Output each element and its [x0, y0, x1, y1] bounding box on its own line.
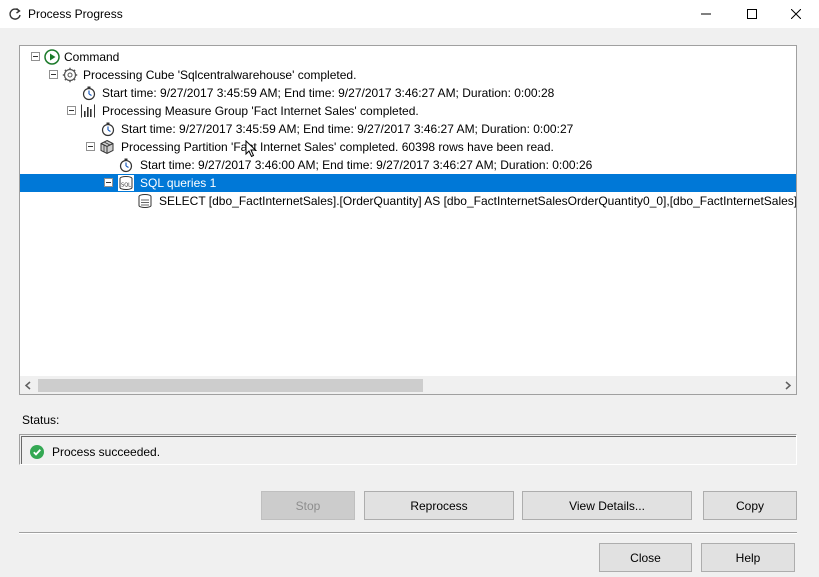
- separator: [19, 532, 797, 534]
- scroll-right-icon[interactable]: [782, 380, 793, 391]
- refresh-icon: [9, 7, 21, 20]
- stopwatch-icon: [119, 158, 133, 173]
- tree-row-label: SQL queries 1: [140, 176, 217, 190]
- maximize-icon: [747, 9, 757, 19]
- tree-row-partition[interactable]: Processing Partition 'Fact Internet Sale…: [20, 138, 796, 156]
- tree-row-command[interactable]: Command: [20, 48, 796, 66]
- tree-row-measure-group-timing[interactable]: Start time: 9/27/2017 3:45:59 AM; End ti…: [20, 120, 796, 138]
- reprocess-button[interactable]: Reprocess: [364, 491, 514, 520]
- close-window-button[interactable]: [773, 0, 819, 28]
- title-bar: Process Progress: [0, 0, 819, 28]
- tree-row-label: Processing Measure Group 'Fact Internet …: [102, 104, 419, 118]
- tree-row-cube-timing[interactable]: Start time: 9/27/2017 3:45:59 AM; End ti…: [20, 84, 796, 102]
- collapse-icon[interactable]: [31, 52, 40, 61]
- play-icon: [44, 49, 60, 65]
- tree-row-label: Start time: 9/27/2017 3:45:59 AM; End ti…: [102, 86, 555, 100]
- collapse-icon[interactable]: [104, 178, 113, 187]
- help-button[interactable]: Help: [701, 543, 795, 572]
- maximize-button[interactable]: [729, 0, 775, 28]
- progress-tree[interactable]: Command Processing Cube 'Sqlcentralwareh…: [19, 45, 797, 395]
- svg-text:SQL: SQL: [121, 183, 131, 189]
- collapse-icon[interactable]: [86, 142, 95, 151]
- stopwatch-icon: [82, 86, 96, 101]
- collapse-icon[interactable]: [49, 70, 58, 79]
- close-button[interactable]: Close: [599, 543, 692, 572]
- status-message: Process succeeded.: [52, 445, 161, 459]
- tree-row-label: Processing Partition 'Fact Internet Sale…: [121, 140, 554, 154]
- status-box-inner: Process succeeded.: [21, 436, 796, 464]
- collapse-icon[interactable]: [67, 106, 76, 115]
- status-label: Status:: [22, 413, 60, 427]
- tree-row-label: Start time: 9/27/2017 3:45:59 AM; End ti…: [121, 122, 574, 136]
- status-box: Process succeeded.: [19, 434, 797, 465]
- scroll-left-icon[interactable]: [23, 380, 34, 391]
- window-title: Process Progress: [28, 7, 123, 21]
- view-details-button[interactable]: View Details...: [522, 491, 692, 520]
- tree-row-cube[interactable]: Processing Cube 'Sqlcentralwarehouse' co…: [20, 66, 796, 84]
- tree-row-label: SELECT [dbo_FactInternetSales].[OrderQua…: [159, 194, 797, 208]
- tree-row-label: Processing Cube 'Sqlcentralwarehouse' co…: [83, 68, 357, 82]
- partition-cube-icon: [100, 139, 114, 155]
- scroll-thumb[interactable]: [38, 379, 423, 392]
- bar-chart-icon: [81, 104, 95, 118]
- tree-row-measure-group[interactable]: Processing Measure Group 'Fact Internet …: [20, 102, 796, 120]
- copy-button[interactable]: Copy: [703, 491, 797, 520]
- stop-button[interactable]: Stop: [261, 491, 355, 520]
- tree-row-label: Command: [64, 50, 120, 64]
- mouse-cursor-icon: [245, 140, 257, 158]
- stopwatch-icon: [101, 122, 115, 137]
- sql-query-icon: [138, 194, 152, 208]
- sql-database-icon: SQL: [118, 175, 134, 191]
- tree-row-label: Start time: 9/27/2017 3:46:00 AM; End ti…: [140, 158, 593, 172]
- cube-gear-icon: [62, 67, 78, 83]
- tree-row-sql-queries[interactable]: SQL SQL queries 1: [20, 174, 796, 192]
- tree-row-partition-timing[interactable]: Start time: 9/27/2017 3:46:00 AM; End ti…: [20, 156, 796, 174]
- minimize-icon: [701, 13, 711, 15]
- close-icon: [791, 9, 801, 19]
- tree-row-sql-select[interactable]: SELECT [dbo_FactInternetSales].[OrderQua…: [20, 192, 796, 210]
- minimize-button[interactable]: [683, 0, 729, 28]
- check-circle-icon: [30, 445, 44, 459]
- horizontal-scrollbar[interactable]: [20, 376, 796, 394]
